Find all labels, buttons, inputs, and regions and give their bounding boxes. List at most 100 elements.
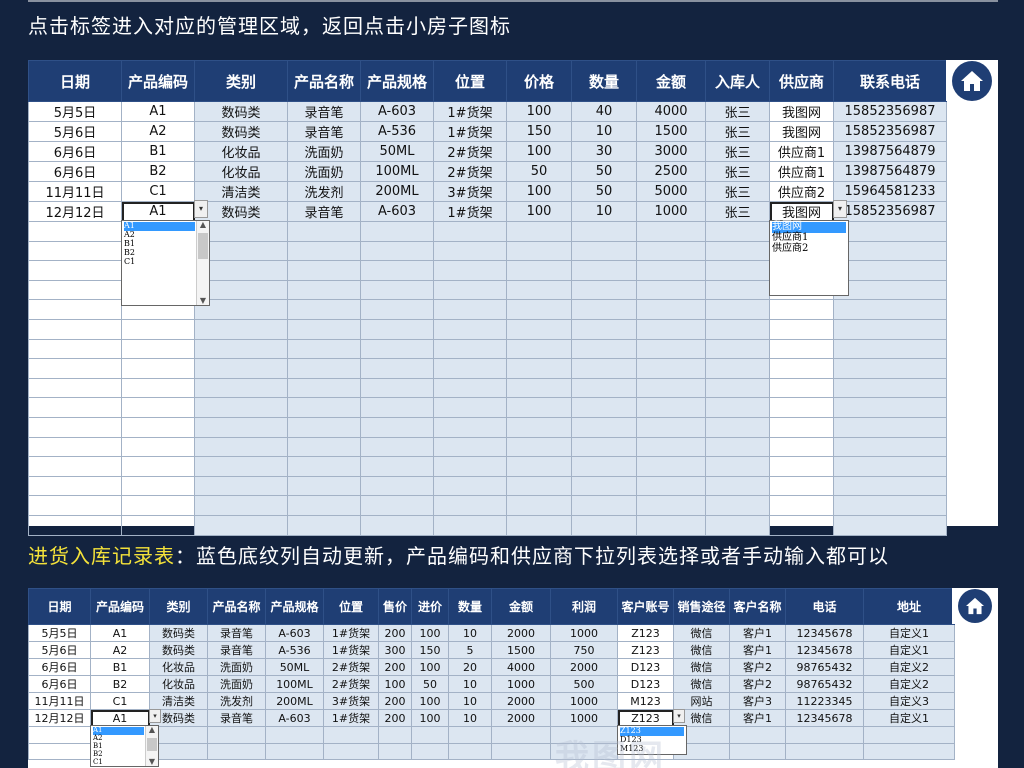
table-cell[interactable]: 洗面奶 bbox=[287, 141, 361, 162]
table-cell[interactable]: 12345678 bbox=[785, 709, 864, 727]
table-cell[interactable] bbox=[360, 221, 434, 242]
table-cell[interactable] bbox=[571, 495, 637, 516]
table-cell[interactable] bbox=[287, 240, 361, 262]
dropdown-scrollbar[interactable]: ▲ ▼ bbox=[145, 726, 158, 767]
table-cell[interactable] bbox=[287, 436, 361, 458]
table-cell[interactable] bbox=[636, 221, 706, 242]
table-cell[interactable] bbox=[433, 456, 507, 477]
table-cell[interactable] bbox=[28, 726, 91, 744]
table-cell[interactable]: 1500 bbox=[491, 641, 551, 659]
table-cell[interactable] bbox=[121, 338, 195, 360]
table-cell[interactable] bbox=[636, 240, 706, 262]
table-cell[interactable] bbox=[705, 416, 770, 438]
table-cell[interactable] bbox=[378, 742, 412, 761]
column-header[interactable]: 位置 bbox=[433, 60, 507, 102]
table-cell[interactable]: 11月11日 bbox=[28, 181, 122, 202]
table-cell[interactable]: 98765432 bbox=[785, 675, 864, 693]
table-cell[interactable] bbox=[433, 495, 507, 516]
table-cell[interactable] bbox=[28, 299, 122, 320]
table-cell[interactable]: 100 bbox=[506, 181, 572, 202]
table-cell[interactable] bbox=[360, 416, 434, 438]
table-cell[interactable]: 5000 bbox=[636, 181, 706, 202]
table-cell[interactable]: 1000 bbox=[636, 201, 706, 222]
table-cell[interactable] bbox=[207, 726, 266, 744]
table-cell[interactable] bbox=[360, 514, 434, 536]
table-cell[interactable]: 微信 bbox=[673, 658, 730, 676]
table-cell[interactable] bbox=[506, 436, 572, 458]
scroll-down-icon[interactable]: ▼ bbox=[197, 296, 209, 305]
dropdown-list[interactable]: A1 A2 B1 B2 C1 ▲ ▼ bbox=[90, 725, 159, 768]
table-cell[interactable] bbox=[194, 495, 288, 516]
table-cell[interactable]: 张三 bbox=[705, 141, 770, 162]
table-cell[interactable]: M123 bbox=[617, 692, 674, 710]
table-cell[interactable]: A1 bbox=[90, 624, 150, 642]
table-cell[interactable]: 1000 bbox=[550, 624, 618, 642]
table-cell[interactable]: 1#货架 bbox=[323, 709, 379, 727]
table-cell[interactable]: 100 bbox=[378, 675, 412, 693]
column-header[interactable]: 数量 bbox=[448, 588, 492, 625]
table-cell[interactable] bbox=[287, 279, 361, 301]
column-header[interactable]: 产品规格 bbox=[265, 588, 324, 625]
table-cell[interactable] bbox=[636, 456, 706, 477]
column-header[interactable]: 地址 bbox=[863, 588, 955, 625]
table-cell[interactable]: 供应商1 bbox=[769, 161, 834, 182]
table-cell[interactable] bbox=[121, 436, 195, 458]
table-cell[interactable] bbox=[265, 726, 324, 744]
table-cell[interactable] bbox=[636, 279, 706, 301]
table-cell[interactable]: B1 bbox=[90, 658, 150, 676]
table-cell[interactable] bbox=[506, 397, 572, 418]
column-header[interactable]: 销售途径 bbox=[673, 588, 730, 625]
table-cell[interactable] bbox=[636, 338, 706, 360]
table-cell[interactable]: 6月6日 bbox=[28, 141, 122, 162]
table-cell[interactable] bbox=[506, 240, 572, 262]
table-cell[interactable]: 40 bbox=[571, 101, 637, 122]
table-cell[interactable] bbox=[287, 475, 361, 497]
table-cell[interactable]: 50 bbox=[411, 675, 449, 693]
table-cell[interactable]: 数码类 bbox=[149, 641, 208, 659]
table-cell[interactable] bbox=[571, 436, 637, 458]
table-cell[interactable] bbox=[769, 299, 834, 320]
table-cell[interactable]: 12345678 bbox=[785, 624, 864, 642]
table-cell[interactable]: 6月6日 bbox=[28, 658, 91, 676]
column-header[interactable]: 入库人 bbox=[705, 60, 770, 102]
table-cell[interactable]: 6月6日 bbox=[28, 675, 91, 693]
table-cell[interactable] bbox=[360, 358, 434, 379]
table-cell[interactable] bbox=[28, 358, 122, 379]
table-cell[interactable]: 5 bbox=[448, 641, 492, 659]
table-cell[interactable]: 100 bbox=[411, 692, 449, 710]
column-header[interactable]: 进价 bbox=[411, 588, 449, 625]
table-cell[interactable]: 客户2 bbox=[729, 658, 786, 676]
table-cell[interactable] bbox=[121, 358, 195, 379]
table-cell[interactable] bbox=[769, 495, 834, 516]
table-cell[interactable]: 6月6日 bbox=[28, 161, 122, 182]
table-cell[interactable]: 10 bbox=[571, 121, 637, 142]
table-cell[interactable] bbox=[833, 338, 947, 360]
table-cell[interactable] bbox=[360, 318, 434, 340]
table-cell[interactable] bbox=[360, 338, 434, 360]
table-cell[interactable]: A2 bbox=[121, 121, 195, 142]
table-cell[interactable] bbox=[769, 514, 834, 536]
table-cell[interactable]: 自定义1 bbox=[863, 641, 955, 659]
table-cell[interactable]: 15852356987 bbox=[833, 121, 947, 142]
table-cell[interactable]: A-603 bbox=[360, 201, 434, 222]
table-cell[interactable] bbox=[28, 338, 122, 360]
column-header[interactable]: 客户账号 bbox=[617, 588, 674, 625]
table-cell[interactable]: 2#货架 bbox=[433, 161, 507, 182]
table-cell[interactable]: 数码类 bbox=[194, 101, 288, 122]
table-cell[interactable] bbox=[287, 260, 361, 281]
table-cell[interactable] bbox=[28, 456, 122, 477]
table-cell[interactable] bbox=[121, 456, 195, 477]
table-cell[interactable]: 自定义2 bbox=[863, 658, 955, 676]
table-cell[interactable] bbox=[506, 260, 572, 281]
table-cell[interactable] bbox=[28, 260, 122, 281]
table-cell[interactable]: 录音笔 bbox=[287, 101, 361, 122]
table-cell[interactable]: 1000 bbox=[550, 692, 618, 710]
table-cell[interactable]: 100 bbox=[411, 624, 449, 642]
table-cell[interactable] bbox=[506, 514, 572, 536]
column-header[interactable]: 电话 bbox=[785, 588, 864, 625]
dropdown-list[interactable]: A1 A2 B1 B2 C1 ▲ ▼ bbox=[121, 219, 210, 306]
table-cell[interactable]: 客户3 bbox=[729, 692, 786, 710]
table-cell[interactable]: 150 bbox=[411, 641, 449, 659]
table-cell[interactable] bbox=[705, 456, 770, 477]
table-cell[interactable] bbox=[705, 495, 770, 516]
